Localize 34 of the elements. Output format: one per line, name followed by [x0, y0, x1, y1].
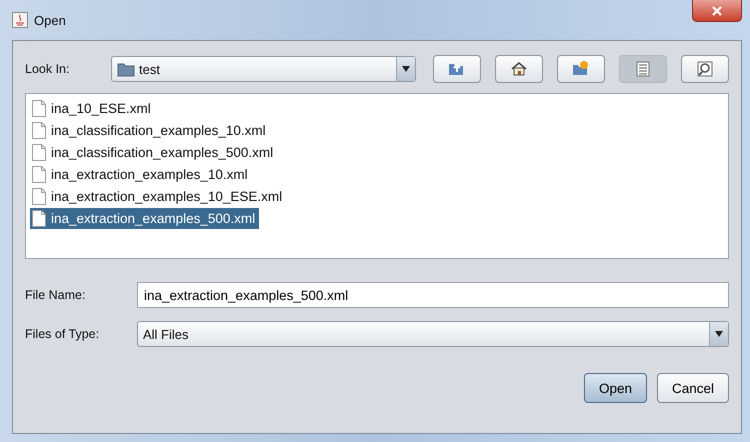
file-name-field[interactable]: ina_extraction_examples_500.xml: [137, 282, 729, 308]
close-button[interactable]: [692, 0, 742, 22]
document-icon: [32, 166, 46, 183]
file-item[interactable]: ina_classification_examples_10.xml: [30, 120, 270, 141]
file-item[interactable]: ina_10_ESE.xml: [30, 98, 155, 119]
document-icon: [32, 144, 46, 161]
open-button[interactable]: Open: [584, 373, 647, 403]
toolbar-button[interactable]: [557, 55, 605, 83]
file-name-label: File Name:: [25, 288, 86, 302]
document-icon: [32, 188, 46, 205]
dialog-button[interactable]: Cancel: [656, 373, 729, 403]
file-list[interactable]: ina_10_ESE.xml ina_classification_examples_10.xml ina_classification_examples_500.xml ina_extraction_examples_10.xml ina_extraction_examples_10_ESE.xml ina_extraction_examples_500.xml: [25, 93, 729, 259]
folder-icon: [117, 61, 135, 77]
java-app-icon: [12, 12, 28, 28]
close-icon: [711, 6, 723, 16]
look-in-label: Look In:: [25, 62, 70, 76]
look-in-dropdown[interactable]: test: [111, 56, 416, 82]
toolbar-button[interactable]: [495, 55, 543, 83]
file-item[interactable]: ina_extraction_examples_10_ESE.xml: [30, 186, 286, 207]
file-item[interactable]: ina_classification_examples_500.xml: [30, 142, 278, 163]
dropdown-arrow-icon: [715, 331, 723, 337]
document-icon: [32, 210, 46, 227]
files-of-type-dropdown[interactable]: All Files: [137, 321, 729, 347]
toolbar-button[interactable]: [681, 55, 729, 83]
details-view-icon: [695, 59, 715, 79]
files-of-type-label: Files of Type:: [25, 327, 100, 341]
toolbar-button[interactable]: [433, 55, 481, 83]
file-item[interactable]: ina_extraction_examples_10.xml: [30, 164, 252, 185]
dropdown-arrow-icon: [402, 66, 410, 72]
toolbar-button[interactable]: [619, 55, 667, 83]
window-title: Open: [34, 12, 66, 28]
file-item[interactable]: ina_extraction_examples_500.xml: [30, 208, 260, 229]
document-icon: [32, 100, 46, 117]
document-icon: [32, 122, 46, 139]
